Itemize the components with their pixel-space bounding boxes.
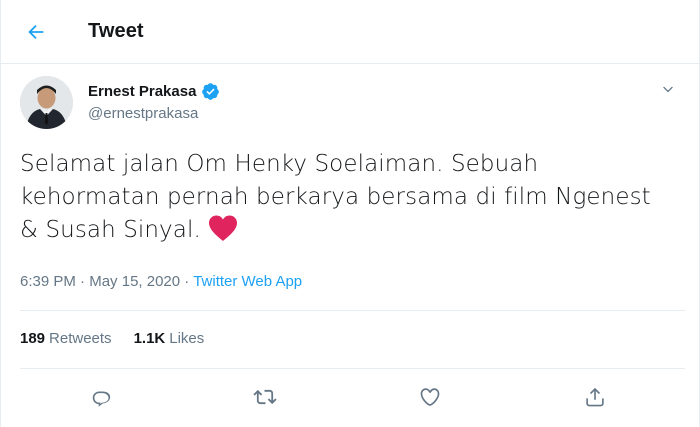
red-heart-icon (208, 215, 237, 241)
header-bar: Tweet (1, 0, 700, 64)
tweet-text-line-content: & Susah Sinyal. (20, 217, 201, 243)
tweet-actions (1, 378, 700, 418)
more-options-button[interactable] (658, 80, 678, 100)
tweet-text-line: Selamat jalan Om Henky Soelaiman. Sebuah (20, 151, 539, 177)
tweet-page: Tweet Ernest Prakasa @ernestprakasa Sela… (0, 0, 700, 427)
like-heart-icon (420, 388, 440, 406)
tweet-source-link[interactable]: Twitter Web App (193, 273, 302, 290)
author-handle[interactable]: @ernestprakasa (88, 105, 198, 122)
share-button[interactable] (581, 383, 609, 411)
back-button[interactable] (21, 17, 51, 47)
meta-separator: · (80, 273, 86, 290)
tweet-text: Selamat jalan Om Henky Soelaiman. Sebuah… (20, 148, 685, 247)
avatar-image (20, 76, 73, 129)
meta-separator: · (184, 273, 190, 290)
retweets-stat[interactable]: 189 Retweets (20, 330, 112, 347)
page-title: Tweet (88, 20, 144, 42)
tweet-stats: 189 Retweets 1.1K Likes (20, 330, 204, 347)
retweets-count: 189 (20, 330, 46, 347)
verified-badge-icon (202, 83, 220, 100)
tweet-date[interactable]: May 15, 2020 (89, 273, 180, 290)
reply-icon (92, 391, 111, 407)
like-button[interactable] (416, 383, 444, 411)
divider (20, 368, 685, 369)
tweet-time[interactable]: 6:39 PM (20, 273, 76, 290)
likes-label: Likes (169, 330, 205, 347)
share-icon (586, 387, 604, 407)
tweet-meta: 6:39 PM · May 15, 2020 · Twitter Web App (20, 273, 302, 290)
likes-stat[interactable]: 1.1K Likes (134, 330, 205, 347)
retweet-icon (253, 389, 277, 405)
divider (20, 310, 685, 311)
author-name[interactable]: Ernest Prakasa (88, 82, 220, 101)
chevron-down-icon (663, 86, 673, 93)
avatar[interactable] (20, 76, 73, 129)
likes-count: 1.1K (133, 330, 166, 347)
retweet-button[interactable] (251, 383, 279, 411)
author-name-text: Ernest Prakasa (88, 83, 197, 100)
tweet-text-line: kehormatan pernah berkarya bersama di fi… (20, 184, 651, 210)
arrow-left-icon (28, 24, 44, 40)
retweets-label: Retweets (49, 330, 112, 347)
tweet-text-line: & Susah Sinyal. (20, 214, 685, 247)
reply-button[interactable] (87, 383, 115, 411)
